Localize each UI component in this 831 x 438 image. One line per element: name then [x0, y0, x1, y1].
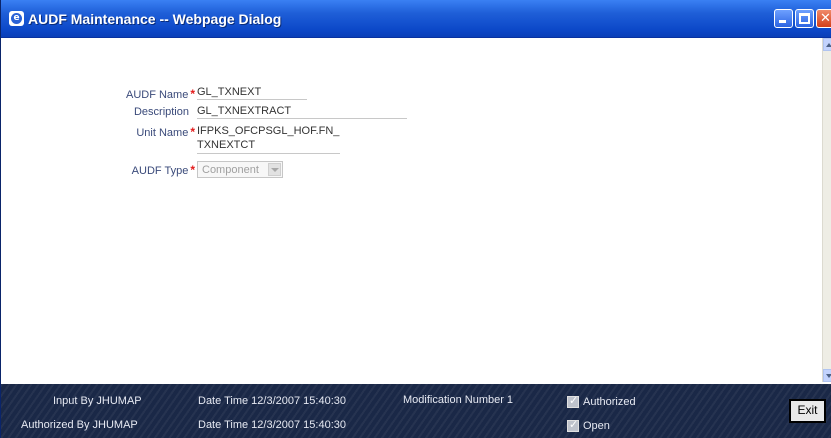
audf-type-value: Component — [202, 164, 259, 176]
audf-name-label: AUDF Name * — [125, 87, 195, 101]
date-time-input: Date Time 12/3/2007 15:40:30 — [198, 395, 346, 407]
maximize-button[interactable] — [795, 9, 814, 28]
dialog-window: e AUDF Maintenance -- Webpage Dialog ✕ A… — [0, 0, 831, 438]
audf-type-label: AUDF Type * — [131, 163, 195, 177]
required-marker: * — [190, 87, 195, 101]
required-marker: * — [190, 125, 195, 139]
maximize-icon — [799, 13, 810, 24]
minimize-icon — [779, 20, 786, 23]
unit-name-field[interactable]: IFPKS_OFCPSGL_HOF.FN_ TXNEXTCT — [197, 124, 340, 154]
modification-number-text: Modification Number 1 — [403, 394, 514, 406]
audf-type-select[interactable]: Component — [197, 161, 283, 178]
unit-name-label: Unit Name * — [136, 125, 195, 139]
authorized-label: Authorized — [583, 396, 636, 408]
close-icon: ✕ — [820, 11, 831, 26]
scroll-up-button[interactable] — [823, 38, 831, 51]
vertical-scrollbar[interactable] — [822, 38, 831, 382]
close-button[interactable]: ✕ — [816, 9, 831, 28]
required-marker: * — [190, 163, 195, 177]
chevron-down-icon[interactable] — [268, 163, 281, 176]
description-field[interactable]: GL_TXNEXTRACT — [197, 105, 407, 119]
audf-name-field[interactable]: GL_TXNEXT — [197, 86, 307, 100]
window-title: AUDF Maintenance -- Webpage Dialog — [28, 11, 282, 27]
authorized-by-text: Authorized By JHUMAP — [21, 419, 138, 431]
ie-icon: e — [9, 11, 24, 26]
unit-name-line-1: IFPKS_OFCPSGL_HOF.FN_ — [197, 125, 340, 137]
unit-name-line-2: TXNEXTCT — [197, 139, 256, 151]
input-by-text: Input By JHUMAP — [53, 395, 142, 407]
minimize-button[interactable] — [774, 9, 793, 28]
audit-footer: Input By JHUMAP Authorized By JHUMAP Dat… — [1, 384, 831, 438]
exit-button[interactable]: Exit — [789, 399, 826, 423]
description-label: Description — [133, 106, 189, 118]
open-checkbox[interactable] — [567, 418, 579, 432]
authorized-checkbox[interactable] — [567, 394, 579, 408]
scroll-down-button[interactable] — [823, 369, 831, 382]
date-time-authorized: Date Time 12/3/2007 15:40:30 — [198, 419, 346, 431]
title-bar: e AUDF Maintenance -- Webpage Dialog ✕ — [1, 0, 831, 38]
open-label: Open — [583, 420, 610, 432]
